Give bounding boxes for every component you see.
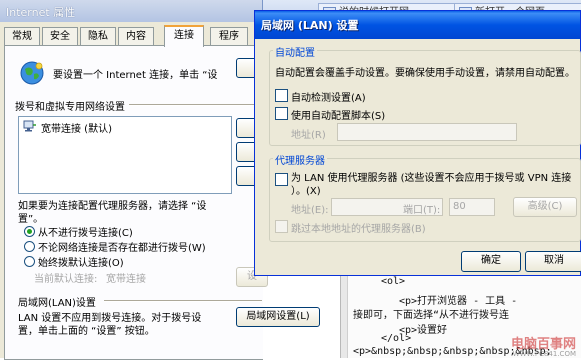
tab-programs[interactable]: 程序 [210,27,248,45]
lan-section-title: 局域网(LAN)设置 [18,298,96,309]
bypass-local-checkbox[interactable] [275,220,288,233]
dialup-section-title: 拨号和虚拟专用网络设置 [15,102,125,113]
auto-config-description: 自动配置会覆盖手动设置。要确保使用手动设置，请禁用自动配置。 [275,68,575,79]
connection-list[interactable]: 宽带连接 (默认) [18,116,232,194]
ok-button[interactable]: 确定 [461,251,521,272]
use-proxy-label[interactable]: 为 LAN 使用代理服务器 (这些设置不会应用于拨号或 VPN 连接 [291,169,571,184]
bypass-local-label[interactable]: 跳过本地地址的代理服务器(B) [291,220,426,235]
radio-never-dial[interactable] [24,226,35,237]
tab-general[interactable]: 常规 [4,27,40,45]
setup-text: 要设置一个 Internet 连接，单击 “设 [53,70,218,81]
proxy-address-label: 地址(E): [291,205,329,216]
code-line: <p>打开浏览器 - 工具 - [399,296,518,307]
current-default-label: 当前默认连接: [34,274,98,285]
use-proxy-checkbox[interactable] [275,173,288,186]
use-proxy-label-cont: ）。(X) [291,186,321,197]
proxy-hint: 如果要为连接配置代理服务器，请选择 “设 [18,201,207,212]
auto-script-checkbox[interactable] [275,107,288,120]
window-title: Internet 属性 [6,6,76,19]
network-connection-icon [23,120,36,132]
proxy-hint-cont: 置”。 [18,214,44,225]
divider [104,300,262,302]
watermark-url: WWW.PC841.COM [512,350,576,358]
proxy-port-value: 80 [453,201,466,212]
lan-settings-dialog: 局域网 (LAN) 设置 自动配置 自动配置会覆盖手动设置。要确保使用手动设置，… [254,10,581,276]
tab-connections[interactable]: 连接 [164,25,204,47]
radio-always-dial-label[interactable]: 始终拨默认连接(O) [38,254,124,269]
list-item-label: 宽带连接 (默认) [41,124,112,135]
radio-dial-whenever[interactable] [24,241,35,252]
auto-config-group-title: 自动配置 [273,44,317,59]
dialog-titlebar: 局域网 (LAN) 设置 [255,11,580,39]
tab-privacy[interactable]: 隐私 [80,27,116,45]
code-line: </ol> [381,333,412,344]
current-default-value: 宽带连接 [106,274,146,285]
window-titlebar: Internet 属性 [0,0,262,22]
globe-icon [20,61,44,85]
cancel-button[interactable]: 取消 [525,251,581,272]
internet-properties-window: Internet 属性 常规 安全 隐私 内容 连接 程序 要设置一个 Inte… [0,0,320,360]
advanced-button[interactable]: 高级(C) [513,197,577,217]
auto-detect-checkbox[interactable] [275,89,288,102]
divider [129,104,259,106]
tab-security[interactable]: 安全 [42,27,78,45]
script-address-input[interactable] [337,123,517,141]
proxy-port-label: 端口(T): [403,205,441,216]
auto-script-label[interactable]: 使用自动配置脚本(S) [291,107,385,122]
code-editor[interactable]: <ol> <p>打开浏览器 - 工具 - 接即可，下面选择“从不进行拨号连 <p… [340,264,581,358]
lan-description-cont: 置，单击上面的 “设置” 按钮。 [18,326,155,337]
radio-never-dial-label[interactable]: 从不进行拨号连接(C) [38,224,133,239]
list-item[interactable]: 宽带连接 (默认) [23,120,173,135]
code-line: 接即可，下面选择“从不进行拨号连 [353,310,510,321]
script-address-label: 地址(R) [291,130,326,141]
editor-gutter [341,264,348,358]
auto-detect-label[interactable]: 自动检测设置(A) [291,89,366,104]
tab-content[interactable]: 内容 [118,27,154,45]
radio-always-dial[interactable] [24,256,35,267]
lan-settings-button[interactable]: 局域网设置(L) [236,307,320,327]
code-line: <ol> [381,276,406,287]
dialog-title: 局域网 (LAN) 设置 [261,19,359,32]
radio-dial-whenever-label[interactable]: 不论网络连接是否存在都进行拨号(W) [38,239,206,254]
proxy-group-title: 代理服务器 [273,152,327,167]
proxy-port-input[interactable]: 80 [449,198,495,216]
